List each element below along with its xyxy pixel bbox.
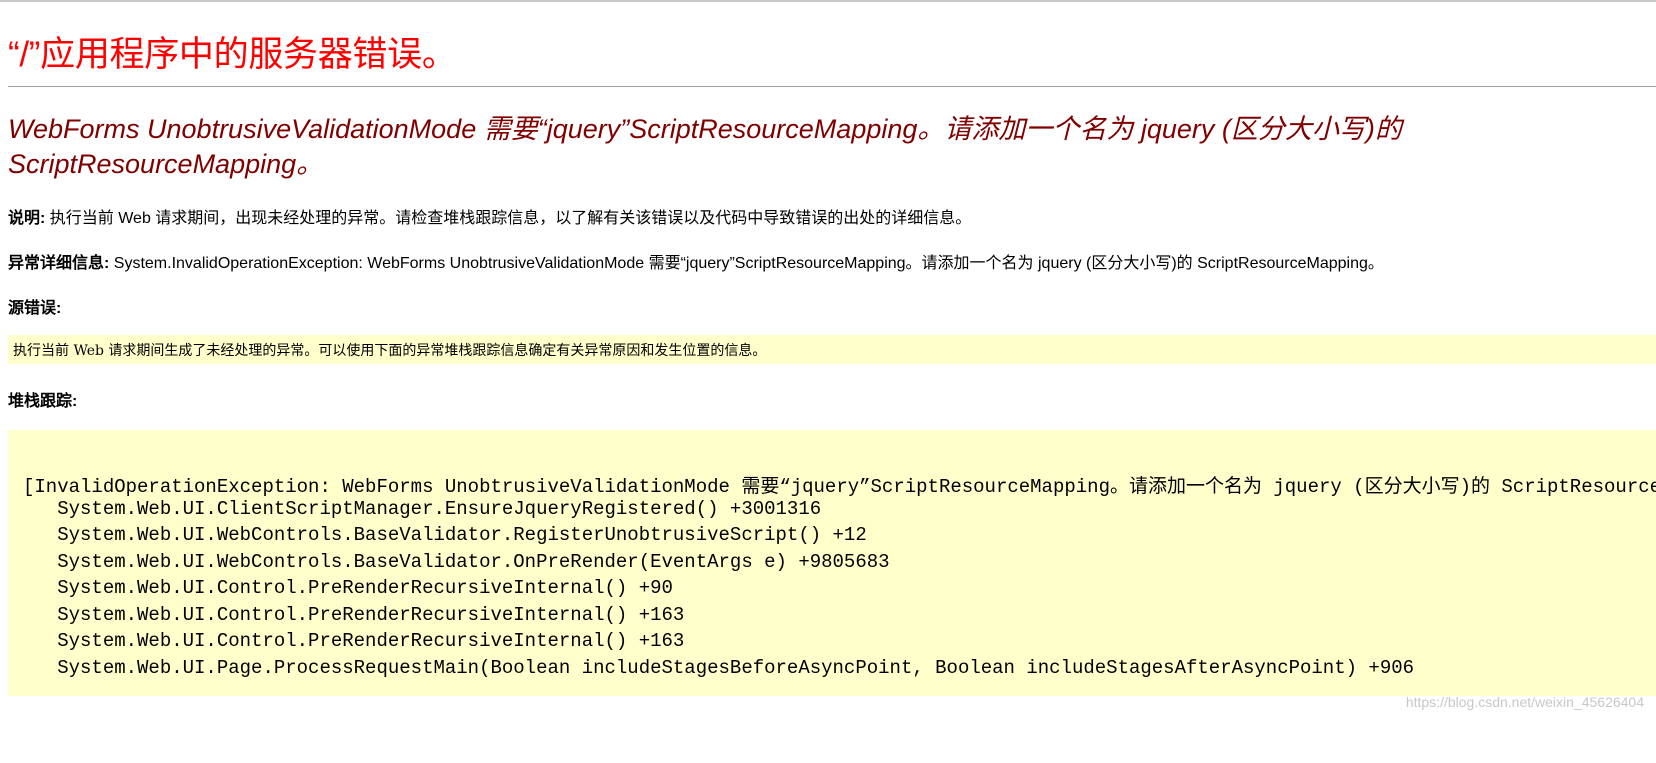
exception-details-row: 异常详细信息: System.InvalidOperationException… <box>8 249 1384 273</box>
source-error-label: 源错误: <box>8 300 62 317</box>
stack-trace-line: System.Web.UI.Page.ProcessRequestMain(Bo… <box>23 657 1415 679</box>
exception-details-text: System.InvalidOperationException: WebFor… <box>109 255 1384 272</box>
stack-trace-row: 堆栈跟踪: <box>8 387 77 411</box>
exception-details-label: 异常详细信息: <box>8 255 110 272</box>
page-title: “/”应用程序中的服务器错误。 <box>8 35 457 74</box>
stack-trace-line: System.Web.UI.WebControls.BaseValidator.… <box>23 524 867 546</box>
stack-trace-line: System.Web.UI.WebControls.BaseValidator.… <box>23 551 890 573</box>
error-message-heading: WebForms UnobtrusiveValidationMode 需要“jq… <box>8 114 1402 179</box>
stack-trace-label: 堆栈跟踪: <box>8 393 78 410</box>
stack-trace-line: [InvalidOperationException: WebForms Uno… <box>23 476 1656 498</box>
top-divider <box>0 0 1656 2</box>
description-text: 执行当前 Web 请求期间，出现未经处理的异常。请检查堆栈跟踪信息，以了解有关该… <box>45 210 972 227</box>
source-error-row: 源错误: <box>8 294 61 318</box>
stack-trace-box[interactable]: [InvalidOperationException: WebForms Uno… <box>8 430 1656 696</box>
title-divider <box>8 86 1656 87</box>
stack-trace-line: System.Web.UI.Control.PreRenderRecursive… <box>23 604 685 626</box>
description-row: 说明: 执行当前 Web 请求期间，出现未经处理的异常。请检查堆栈跟踪信息，以了… <box>8 204 971 228</box>
source-error-box: 执行当前 Web 请求期间生成了未经处理的异常。可以使用下面的异常堆栈跟踪信息确… <box>8 335 1656 364</box>
stack-trace-line: System.Web.UI.ClientScriptManager.Ensure… <box>23 498 822 520</box>
watermark: https://blog.csdn.net/weixin_45626404 <box>1405 694 1644 710</box>
stack-trace-line: System.Web.UI.Control.PreRenderRecursive… <box>23 630 685 652</box>
source-error-text: 执行当前 Web 请求期间生成了未经处理的异常。可以使用下面的异常堆栈跟踪信息确… <box>13 343 767 359</box>
description-label: 说明: <box>8 210 46 227</box>
stack-trace-line: System.Web.UI.Control.PreRenderRecursive… <box>23 577 673 599</box>
